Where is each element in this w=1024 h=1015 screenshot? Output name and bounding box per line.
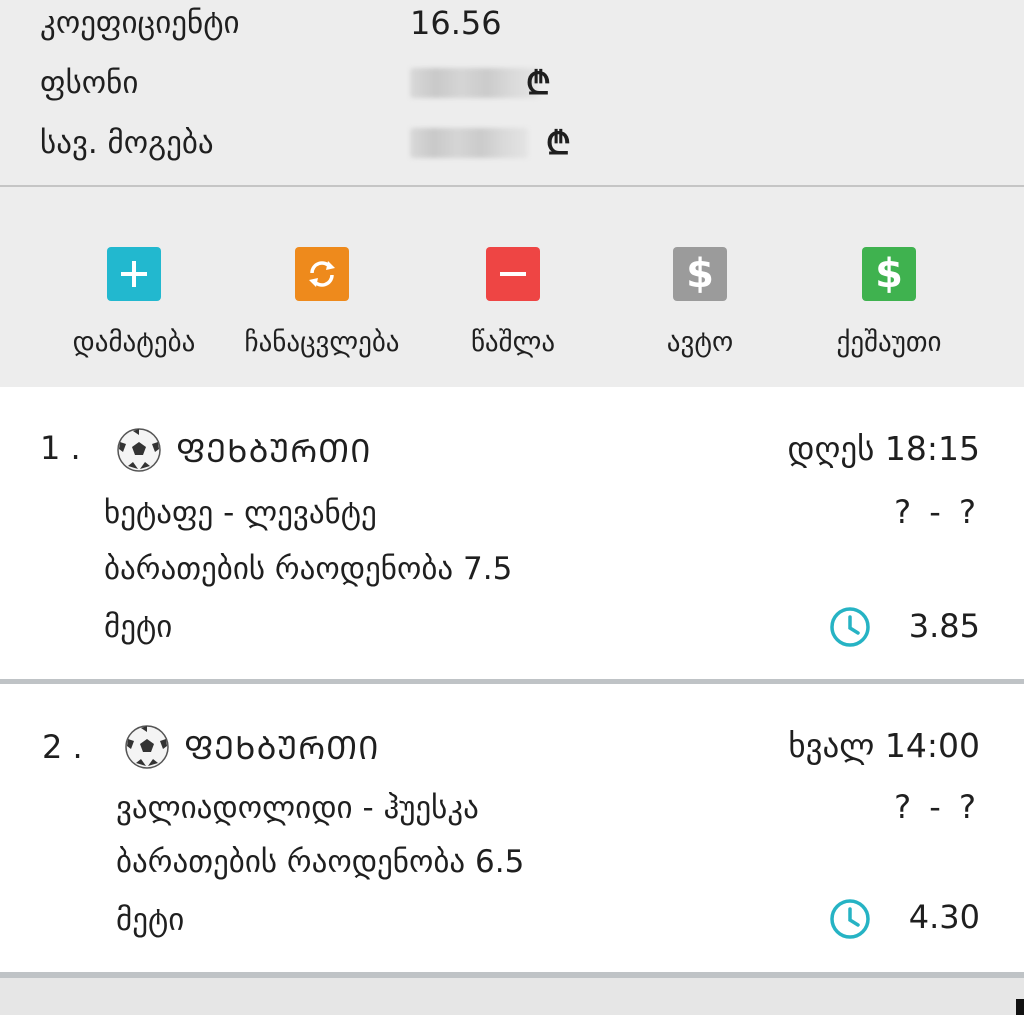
sport-name: ᲤᲔᲮᲑᲣᲠᲗᲘ <box>176 432 372 470</box>
bottom-bar <box>0 978 1024 1015</box>
odds-label: კოეფიციენტი <box>40 5 240 41</box>
bet-odds: 3.85 <box>908 607 980 645</box>
bet-index: 1 . <box>40 429 81 467</box>
action-toolbar: დამატება ჩანაცვლება წაშლა $ ავტო $ ქეშაუ… <box>0 187 1024 387</box>
soccer-ball-icon <box>117 428 161 472</box>
stake-row: ფსონი ₾ <box>40 58 1000 108</box>
add-button[interactable]: დამატება <box>34 247 234 367</box>
bet-pick: მეტი <box>116 902 185 938</box>
clock-icon <box>830 607 870 647</box>
dollar-icon: $ <box>673 247 727 301</box>
lari-currency-icon: ₾ <box>526 64 551 102</box>
bet-summary: კოეფიციენტი 16.56 ფსონი ₾ სავ. მოგება ₾ <box>0 0 1024 186</box>
odds-row: კოეფიციენტი 16.56 <box>40 0 1000 48</box>
sport-name: ᲤᲔᲮᲑᲣᲠᲗᲘ <box>184 729 380 767</box>
stake-amount-blurred[interactable] <box>410 68 538 98</box>
delete-button-label: წაშლა <box>470 327 556 358</box>
bet-index: 2 . <box>42 728 83 766</box>
corner-mark <box>1016 999 1024 1015</box>
bet-market: ბარათების რაოდენობა 7.5 <box>104 551 513 587</box>
stake-label: ფსონი <box>40 65 139 101</box>
dollar-icon: $ <box>862 247 916 301</box>
replace-button-label: ჩანაცვლება <box>244 327 400 358</box>
match-score: ? - ? <box>894 788 980 826</box>
winnings-row: სავ. მოგება ₾ <box>40 118 1000 168</box>
soccer-ball-icon <box>125 725 169 769</box>
add-button-label: დამატება <box>72 327 196 358</box>
winnings-label: სავ. მოგება <box>40 125 214 161</box>
replace-button[interactable]: ჩანაცვლება <box>222 247 422 367</box>
minus-icon <box>486 247 540 301</box>
clock-icon <box>830 899 870 939</box>
cashout-button-label: ქეშაუთი <box>836 327 942 358</box>
bet-card[interactable]: 2 . ᲤᲔᲮᲑᲣᲠᲗᲘ ხვალ 14:00 ვალიადოლიდი - ჰუ… <box>0 684 1024 972</box>
event-time: დღეს 18:15 <box>787 429 980 468</box>
bet-card[interactable]: 1 . ᲤᲔᲮᲑᲣᲠᲗᲘ დღეს 18:15 ხეტაფე - ლევანტე… <box>0 387 1024 679</box>
cashout-button[interactable]: $ ქეშაუთი <box>789 247 989 367</box>
winnings-amount-blurred <box>410 128 528 158</box>
odds-value: 16.56 <box>410 4 502 42</box>
bet-pick: მეტი <box>104 609 173 645</box>
delete-button[interactable]: წაშლა <box>413 247 613 367</box>
match-teams[interactable]: ვალიადოლიდი - ჰუესკა <box>116 790 479 826</box>
plus-icon <box>107 247 161 301</box>
match-teams[interactable]: ხეტაფე - ლევანტე <box>104 495 377 531</box>
event-time: ხვალ 14:00 <box>788 726 980 765</box>
refresh-icon <box>295 247 349 301</box>
auto-button-label: ავტო <box>666 327 734 358</box>
bet-market: ბარათების რაოდენობა 6.5 <box>116 844 525 880</box>
bet-odds: 4.30 <box>908 898 980 936</box>
match-score: ? - ? <box>894 493 980 531</box>
lari-currency-icon: ₾ <box>546 124 571 162</box>
auto-button[interactable]: $ ავტო <box>600 247 800 367</box>
